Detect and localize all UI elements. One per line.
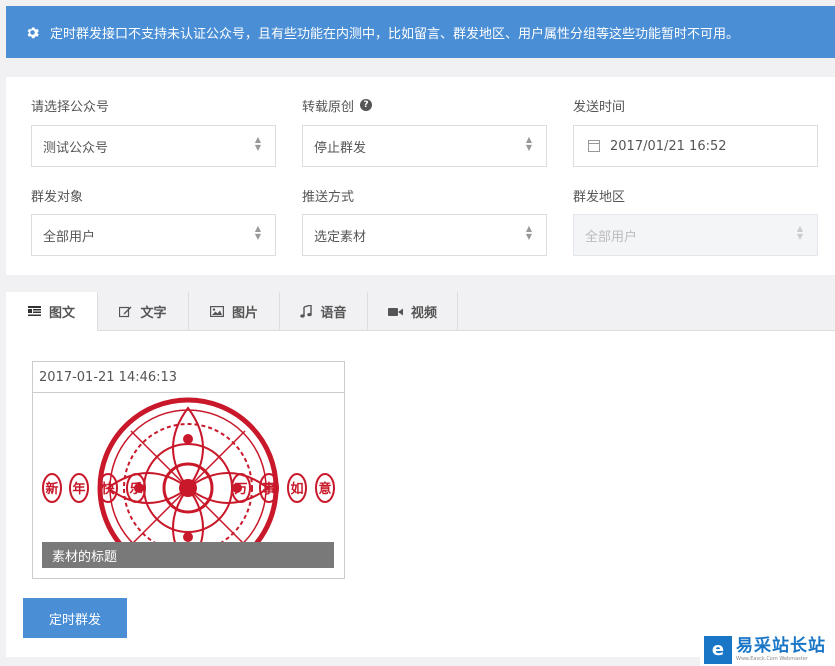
region-field: 群发地区 [573,186,626,205]
send-time-value: 2017/01/21 16:52 [610,138,727,154]
site-watermark: e 易采站长站 Www.Easck.Com Webmaster [700,633,835,666]
art-char: 快 [101,481,115,497]
art-char: 万 [233,482,247,497]
notice-bar: 定时群发接口不支持未认证公众号，且有些功能在内测中，比如留言、群发地区、用户属性… [6,6,835,58]
music-icon [300,305,313,318]
original-select-value: 停止群发 [314,140,367,156]
send-time-label: 发送时间 [573,99,626,115]
tab-text[interactable]: 文字 [98,292,189,331]
question-circle-icon[interactable]: ? [360,99,373,111]
original-select[interactable]: 停止群发 ▲ ▼ [302,125,547,167]
edit-icon [119,306,132,318]
send-time-input[interactable]: 2017/01/21 16:52 [573,125,818,167]
gear-icon [24,24,40,40]
form-panel: 请选择公众号 测试公众号 ▲ ▼ 转载原创 ? 停止群发 ▲ ▼ 发送时间 2017… [6,77,835,275]
sort-arrows-icon: ▲ ▼ [525,135,532,152]
material-tabs: 图文 文字 图片 语音 视频 [6,292,835,332]
target-label: 群发对象 [31,189,84,205]
target-select-value: 全部用户 [43,229,96,245]
material-title: 素材的标题 [42,542,334,568]
art-char: 事 [262,481,275,497]
material-cover-image: 新 年 快 乐 万 事 如 意 [33,394,344,544]
send-time-field: 发送时间 [573,96,626,115]
region-select-value: 全部用户 [585,229,638,245]
sort-arrows-icon: ▲ ▼ [525,224,532,241]
news-icon [27,306,41,317]
tab-voice[interactable]: 语音 [280,292,368,331]
material-card[interactable]: 2017-01-21 14:46:13 新 年 快 乐 万 事 如 意 素材的标… [32,361,345,579]
site-name: 易采站长站 [736,635,826,656]
account-label: 请选择公众号 [31,99,110,115]
site-url: Www.Easck.Com Webmaster [736,655,808,662]
push-method-select-value: 选定素材 [314,229,367,245]
account-field: 请选择公众号 [31,96,110,115]
region-label: 群发地区 [573,189,626,205]
account-select[interactable]: 测试公众号 ▲ ▼ [31,125,276,167]
art-char: 意 [318,481,331,497]
account-select-value: 测试公众号 [43,140,109,156]
original-field: 转载原创 ? [302,96,373,115]
tab-text-label: 文字 [140,306,167,321]
tab-image-label: 图片 [231,306,258,321]
material-content: 2017-01-21 14:46:13 新 年 快 乐 万 事 如 意 素材的标… [6,331,835,657]
region-select: 全部用户 ▲ ▼ [573,214,818,256]
push-method-select[interactable]: 选定素材 ▲ ▼ [302,214,547,256]
sort-arrows-icon: ▲ ▼ [796,224,803,241]
push-method-label: 推送方式 [302,189,355,205]
material-date: 2017-01-21 14:46:13 [33,362,344,393]
tab-video[interactable]: 视频 [368,292,458,331]
original-label: 转载原创 [302,99,355,115]
art-char: 乐 [129,481,142,497]
calendar-icon [588,140,600,152]
tab-video-label: 视频 [410,306,437,321]
push-method-field: 推送方式 [302,186,355,205]
tab-image[interactable]: 图片 [189,292,280,331]
tab-voice-label: 语音 [320,306,347,321]
tab-news[interactable]: 图文 [6,292,98,332]
image-icon [209,306,224,317]
tab-news-label: 图文 [48,306,75,321]
art-char: 年 [72,481,85,497]
sort-arrows-icon: ▲ ▼ [254,135,261,152]
art-char: 如 [290,481,303,497]
schedule-send-button[interactable]: 定时群发 [23,598,127,638]
target-select[interactable]: 全部用户 ▲ ▼ [31,214,276,256]
new-year-paper-cut-image: 新 年 快 乐 万 事 如 意 [42,397,335,544]
site-logo-icon: e [704,635,732,664]
art-char: 新 [45,481,58,497]
sort-arrows-icon: ▲ ▼ [254,224,261,241]
target-field: 群发对象 [31,186,84,205]
video-icon [387,307,403,317]
notice-text: 定时群发接口不支持未认证公众号，且有些功能在内测中，比如留言、群发地区、用户属性… [50,26,740,42]
